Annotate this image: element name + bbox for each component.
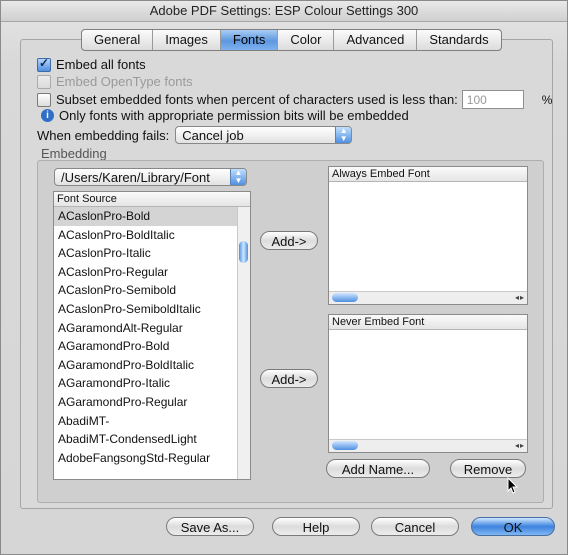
- embed-opentype-checkbox[interactable]: [37, 74, 51, 89]
- always-embed-hscrollbar[interactable]: ◂▸: [329, 291, 527, 304]
- ok-button[interactable]: OK: [471, 517, 555, 536]
- list-item[interactable]: AGaramondPro-BoldItalic: [54, 356, 250, 375]
- list-item[interactable]: ACaslonPro-Regular: [54, 263, 250, 282]
- scroll-arrows-icon[interactable]: ◂▸: [515, 441, 525, 450]
- tab-advanced[interactable]: Advanced: [334, 30, 418, 50]
- permission-note-row: i Only fonts with appropriate permission…: [41, 108, 409, 123]
- list-item[interactable]: AGaramondPro-Bold: [54, 337, 250, 356]
- tab-bar: General Images Fonts Color Advanced Stan…: [81, 29, 502, 51]
- never-embed-hscrollbar[interactable]: ◂▸: [329, 439, 527, 452]
- scroll-thumb[interactable]: [332, 293, 358, 302]
- embed-all-label: Embed all fonts: [56, 57, 146, 72]
- popup-arrows-icon: ▲ ▼: [335, 127, 352, 143]
- cancel-button[interactable]: Cancel: [371, 517, 459, 536]
- remove-button[interactable]: Remove: [450, 459, 526, 478]
- list-item[interactable]: ACaslonPro-SemiboldItalic: [54, 300, 250, 319]
- font-source-list[interactable]: Font Source ACaslonPro-Bold ACaslonPro-B…: [53, 191, 251, 480]
- mouse-cursor-icon: [507, 477, 519, 494]
- embed-opentype-label: Embed OpenType fonts: [56, 74, 193, 89]
- info-icon: i: [41, 109, 54, 122]
- font-source-path-popup[interactable]: /Users/Karen/Library/Font ▲ ▼: [54, 168, 247, 186]
- font-source-path: /Users/Karen/Library/Font: [61, 169, 210, 185]
- embed-all-row: Embed all fonts: [37, 56, 146, 72]
- scroll-thumb[interactable]: [239, 241, 248, 263]
- fail-action-popup[interactable]: Cancel job ▲ ▼: [175, 126, 353, 144]
- list-item[interactable]: ACaslonPro-Semibold: [54, 281, 250, 300]
- popup-arrows-icon: ▲ ▼: [230, 169, 246, 185]
- fail-action-value: Cancel job: [182, 127, 244, 143]
- embedding-group-label: Embedding: [41, 146, 107, 161]
- subset-unit: %: [541, 92, 553, 107]
- list-item[interactable]: ACaslonPro-BoldItalic: [54, 226, 250, 245]
- subset-row: Subset embedded fonts when percent of ch…: [37, 90, 552, 109]
- scroll-arrows-icon[interactable]: ◂▸: [515, 293, 525, 302]
- tab-fonts[interactable]: Fonts: [220, 30, 279, 50]
- window-title: Adobe PDF Settings: ESP Colour Settings …: [1, 1, 567, 22]
- add-always-embed-button[interactable]: Add->: [260, 231, 318, 250]
- tab-general[interactable]: General: [82, 30, 154, 50]
- add-name-button[interactable]: Add Name...: [326, 459, 430, 478]
- embedding-group: /Users/Karen/Library/Font ▲ ▼ Font Source…: [37, 160, 544, 503]
- list-item[interactable]: AbadiMT-CondensedLight: [54, 430, 250, 449]
- scroll-thumb[interactable]: [332, 441, 358, 450]
- font-source-scrollbar[interactable]: [237, 207, 250, 479]
- help-button[interactable]: Help: [272, 517, 360, 536]
- list-item[interactable]: ACaslonPro-Bold: [54, 207, 250, 226]
- list-item[interactable]: AGaramondPro-Italic: [54, 374, 250, 393]
- pdf-settings-window: Adobe PDF Settings: ESP Colour Settings …: [0, 0, 568, 555]
- save-as-button[interactable]: Save As...: [166, 517, 254, 536]
- embed-all-checkbox[interactable]: [37, 56, 51, 72]
- list-item[interactable]: AGaramondAlt-Regular: [54, 319, 250, 338]
- subset-checkbox[interactable]: [37, 92, 51, 107]
- tab-standards[interactable]: Standards: [417, 30, 500, 50]
- always-embed-list[interactable]: Always Embed Font ◂▸: [328, 166, 528, 305]
- tab-color[interactable]: Color: [278, 30, 335, 50]
- tab-images[interactable]: Images: [153, 30, 221, 50]
- list-item[interactable]: AbadiMT-: [54, 412, 250, 431]
- never-embed-list[interactable]: Never Embed Font ◂▸: [328, 314, 528, 453]
- fail-row: When embedding fails: Cancel job ▲ ▼: [37, 126, 353, 144]
- add-never-embed-button[interactable]: Add->: [260, 369, 318, 388]
- list-item[interactable]: ACaslonPro-Italic: [54, 244, 250, 263]
- embed-opentype-row: Embed OpenType fonts: [37, 74, 193, 89]
- permission-note: Only fonts with appropriate permission b…: [59, 108, 409, 123]
- never-embed-header: Never Embed Font: [329, 315, 527, 330]
- subset-label: Subset embedded fonts when percent of ch…: [56, 92, 458, 107]
- always-embed-header: Always Embed Font: [329, 167, 527, 182]
- font-source-header: Font Source: [54, 192, 250, 207]
- list-item[interactable]: AGaramondPro-Regular: [54, 393, 250, 412]
- fail-label: When embedding fails:: [37, 127, 170, 143]
- subset-percent-input[interactable]: [461, 90, 524, 109]
- list-item[interactable]: AdobeFangsongStd-Regular: [54, 449, 250, 468]
